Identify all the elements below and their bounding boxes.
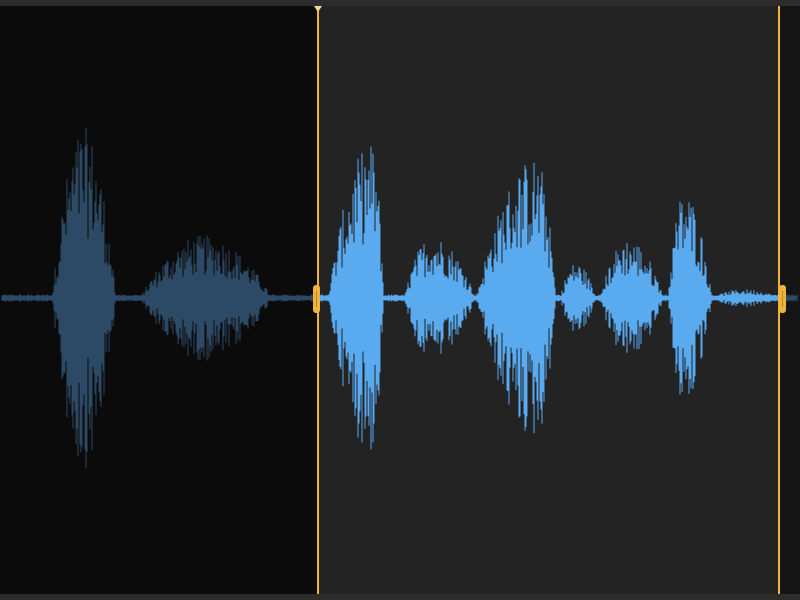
timeline-bottom-bar xyxy=(0,594,800,600)
trim-start-handle-icon[interactable] xyxy=(313,285,320,313)
audio-editor[interactable] xyxy=(0,0,800,600)
waveform-bars xyxy=(1,127,798,469)
playhead-triangle-icon[interactable] xyxy=(314,6,322,12)
audio-waveform[interactable] xyxy=(0,0,800,600)
trim-end-handle-icon[interactable] xyxy=(779,285,786,313)
